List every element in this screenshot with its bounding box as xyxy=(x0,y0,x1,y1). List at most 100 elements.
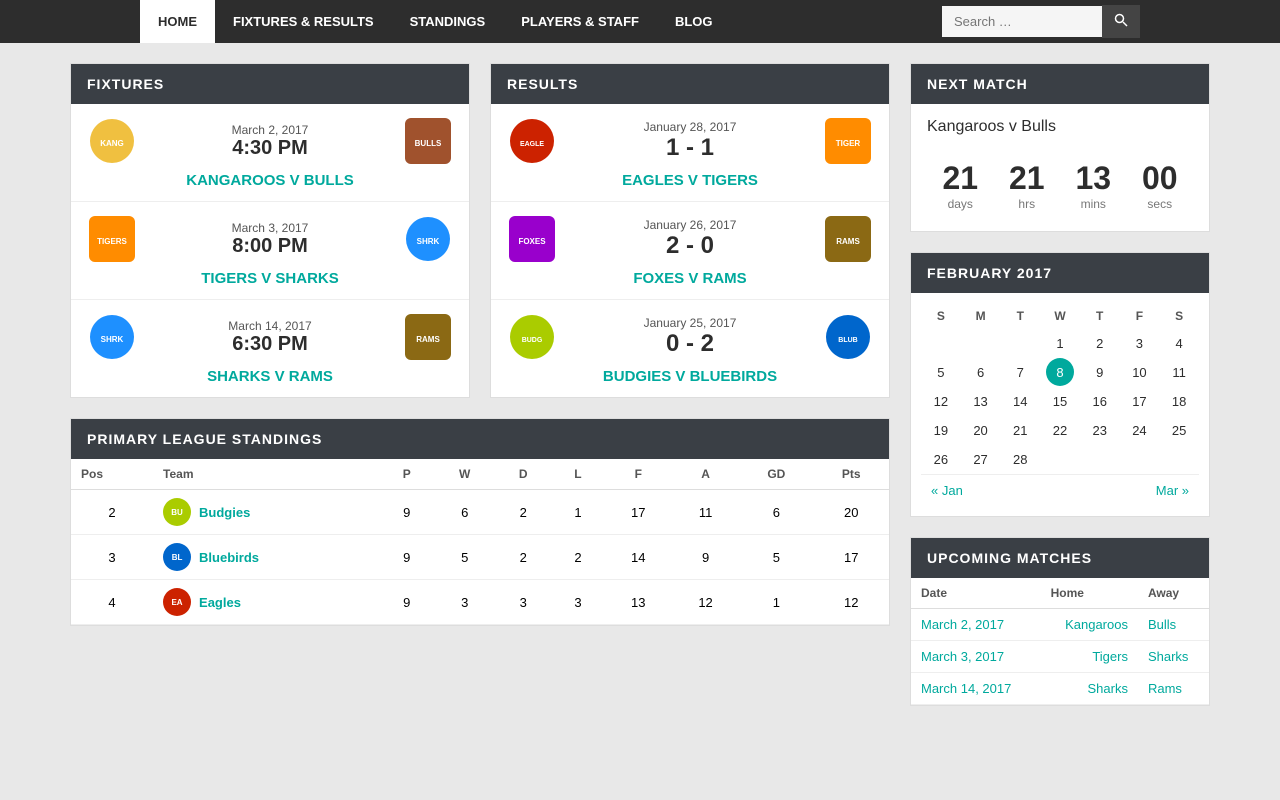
calendar-grid: SMTWTFS 12345678910111213141516171819202… xyxy=(911,293,1209,516)
upcoming-date: March 3, 2017 xyxy=(911,641,1041,673)
upcoming-away: Sharks xyxy=(1138,641,1209,673)
results-header: RESULTS xyxy=(491,64,889,104)
search-button[interactable] xyxy=(1102,5,1140,38)
svg-text:TIGER: TIGER xyxy=(836,139,861,148)
countdown-hrs: 21 hrs xyxy=(1009,160,1045,211)
cal-cell[interactable]: 25 xyxy=(1159,416,1199,445)
upcoming-home-link[interactable]: Tigers xyxy=(1092,649,1128,664)
home-logo-tigers: TIGERS xyxy=(87,214,137,264)
standings-team: BU Budgies xyxy=(153,490,379,535)
away-logo-bulls: BULLS xyxy=(403,116,453,166)
cal-cell[interactable]: 11 xyxy=(1159,358,1199,387)
fixture-name-2: TIGERS V SHARKS xyxy=(201,270,339,287)
col-f: F xyxy=(605,459,672,490)
upcoming-home-link[interactable]: Sharks xyxy=(1088,681,1128,696)
standings-pos: 3 xyxy=(71,535,153,580)
upcoming-away: Rams xyxy=(1138,673,1209,705)
cal-cell[interactable]: 23 xyxy=(1080,416,1120,445)
next-match-card: NEXT MATCH Kangaroos v Bulls 21 days 21 … xyxy=(910,63,1210,232)
cal-cell[interactable]: 5 xyxy=(921,358,961,387)
upcoming-date-link[interactable]: March 3, 2017 xyxy=(921,649,1004,664)
away-logo-sharks: SHRK xyxy=(403,214,453,264)
nav-standings[interactable]: STANDINGS xyxy=(392,0,504,43)
cal-cell[interactable]: 9 xyxy=(1080,358,1120,387)
result-item-2: FOXES January 26, 2017 2 - 0 RAMS FOXES … xyxy=(491,202,889,300)
upcoming-away-link[interactable]: Bulls xyxy=(1148,617,1176,632)
standings-card: PRIMARY LEAGUE STANDINGS Pos Team P W D … xyxy=(70,418,890,626)
cal-next[interactable]: Mar » xyxy=(1156,483,1189,498)
result-name-3: BUDGIES V BLUEBIRDS xyxy=(603,368,777,385)
cal-cell[interactable]: 10 xyxy=(1120,358,1160,387)
nav-fixtures[interactable]: FIXTURES & RESULTS xyxy=(215,0,392,43)
col-pos: Pos xyxy=(71,459,153,490)
cal-cell[interactable]: 21 xyxy=(1000,416,1040,445)
result-name-1: EAGLES V TIGERS xyxy=(622,172,758,189)
result-name-2: FOXES V RAMS xyxy=(633,270,746,287)
page-wrapper: FIXTURES KANG March 2, 2017 4:30 PM BULL… xyxy=(70,43,1210,726)
cal-cell[interactable]: 12 xyxy=(921,387,961,416)
upcoming-away: Bulls xyxy=(1138,609,1209,641)
search-input[interactable] xyxy=(942,6,1102,37)
cal-cell[interactable]: 18 xyxy=(1159,387,1199,416)
col-team: Team xyxy=(153,459,379,490)
cal-cell[interactable]: 15 xyxy=(1040,387,1080,416)
cal-prev[interactable]: « Jan xyxy=(931,483,963,498)
upcoming-date-link[interactable]: March 2, 2017 xyxy=(921,617,1004,632)
upcoming-home: Kangaroos xyxy=(1041,609,1138,641)
cal-cell[interactable]: 14 xyxy=(1000,387,1040,416)
cal-cell[interactable]: 2 xyxy=(1080,329,1120,358)
cal-cell[interactable]: 1 xyxy=(1040,329,1080,358)
fixtures-results-row: FIXTURES KANG March 2, 2017 4:30 PM BULL… xyxy=(70,63,890,398)
cal-cell[interactable]: 13 xyxy=(961,387,1001,416)
cal-cell[interactable]: 4 xyxy=(1159,329,1199,358)
cal-cell[interactable]: 26 xyxy=(921,445,961,474)
upcoming-away-link[interactable]: Rams xyxy=(1148,681,1182,696)
col-l: L xyxy=(551,459,604,490)
countdown-mins: 13 mins xyxy=(1075,160,1111,211)
team-link[interactable]: Bluebirds xyxy=(199,550,259,565)
cal-cell[interactable]: 6 xyxy=(961,358,1001,387)
upcoming-away-link[interactable]: Sharks xyxy=(1148,649,1188,664)
team-link[interactable]: Budgies xyxy=(199,505,250,520)
cal-cell[interactable]: 19 xyxy=(921,416,961,445)
nav-home[interactable]: HOME xyxy=(140,0,215,43)
upcoming-col-away: Away xyxy=(1138,578,1209,609)
result-score-2: January 26, 2017 2 - 0 xyxy=(557,218,823,260)
standings-team: EA Eagles xyxy=(153,580,379,625)
calendar-header: FEBRUARY 2017 xyxy=(911,253,1209,293)
fixture-name-1: KANGAROOS V BULLS xyxy=(186,172,354,189)
countdown: 21 days 21 hrs 13 mins 00 secs xyxy=(911,150,1209,231)
fixtures-card: FIXTURES KANG March 2, 2017 4:30 PM BULL… xyxy=(70,63,470,398)
upcoming-home-link[interactable]: Kangaroos xyxy=(1065,617,1128,632)
cal-cell[interactable]: 3 xyxy=(1120,329,1160,358)
svg-text:KANG: KANG xyxy=(100,139,124,148)
result-item-1: EAGLE January 28, 2017 1 - 1 TIGER EAGLE… xyxy=(491,104,889,202)
upcoming-date: March 14, 2017 xyxy=(911,673,1041,705)
upcoming-home: Tigers xyxy=(1041,641,1138,673)
cal-cell[interactable]: 28 xyxy=(1000,445,1040,474)
standings-header: PRIMARY LEAGUE STANDINGS xyxy=(71,419,889,459)
upcoming-col-home: Home xyxy=(1041,578,1138,609)
cal-cell[interactable]: 24 xyxy=(1120,416,1160,445)
cal-week: 12131415161718 xyxy=(921,387,1199,416)
cal-cell xyxy=(961,329,1001,358)
cal-cell[interactable]: 27 xyxy=(961,445,1001,474)
cal-cell[interactable]: 20 xyxy=(961,416,1001,445)
nav-blog[interactable]: BLOG xyxy=(657,0,731,43)
nav-players[interactable]: PLAYERS & STAFF xyxy=(503,0,657,43)
cal-cell[interactable]: 17 xyxy=(1120,387,1160,416)
cal-cell[interactable]: 16 xyxy=(1080,387,1120,416)
home-logo-kangaroos: KANG xyxy=(87,116,137,166)
upcoming-home: Sharks xyxy=(1041,673,1138,705)
cal-cell[interactable]: 8 xyxy=(1040,358,1080,387)
svg-text:EAGLE: EAGLE xyxy=(520,141,544,148)
upcoming-date-link[interactable]: March 14, 2017 xyxy=(921,681,1011,696)
cal-cell[interactable]: 7 xyxy=(1000,358,1040,387)
cal-cell[interactable]: 22 xyxy=(1040,416,1080,445)
cal-week: 567891011 xyxy=(921,358,1199,387)
cal-day-label: T xyxy=(1000,303,1040,329)
svg-text:SHRK: SHRK xyxy=(101,335,124,344)
svg-text:TIGERS: TIGERS xyxy=(97,237,127,246)
team-logo-small: EA xyxy=(163,588,191,616)
team-link[interactable]: Eagles xyxy=(199,595,241,610)
